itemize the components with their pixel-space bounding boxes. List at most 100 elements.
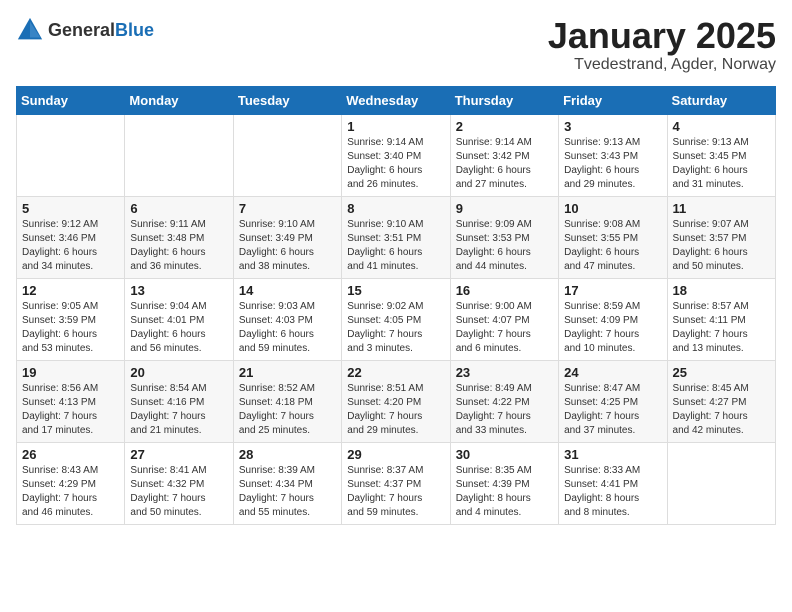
day-number: 14 <box>239 283 336 298</box>
day-cell-6: 6Sunrise: 9:11 AM Sunset: 3:48 PM Daylig… <box>125 196 233 278</box>
header-cell-friday: Friday <box>559 86 667 114</box>
day-cell-24: 24 Sunrise: 8:47 AM Sunset: 4:25 PM Dayli… <box>559 360 667 442</box>
location-title: Tvedestrand, Agder, Norway <box>548 56 776 74</box>
day-number: 11 <box>673 201 770 216</box>
day-info: Sunrise: 8:54 AM Sunset: 4:16 PM Dayligh… <box>130 382 227 438</box>
day-info: Sunrise: 8:41 AM Sunset: 4:32 PM Dayligh… <box>130 464 227 520</box>
day-cell-5: 5Sunrise: 9:12 AM Sunset: 3:46 PM Daylig… <box>17 196 125 278</box>
day-info: Sunrise: 9:13 AM Sunset: 3:43 PM Dayligh… <box>564 136 661 192</box>
day-number: 4 <box>673 119 770 134</box>
week-row-2: 12Sunrise: 9:05 AM Sunset: 3:59 PM Dayli… <box>17 278 776 360</box>
day-number: 23 <box>456 365 553 380</box>
day-cell-12: 12Sunrise: 9:05 AM Sunset: 3:59 PM Dayli… <box>17 278 125 360</box>
day-info: Sunrise: 8:47 AM Sunset: 4:25 PM Dayligh… <box>564 382 661 438</box>
day-number: 20 <box>130 365 227 380</box>
title-block: January 2025 Tvedestrand, Agder, Norway <box>548 16 776 74</box>
day-number: 22 <box>347 365 444 380</box>
calendar-header: SundayMondayTuesdayWednesdayThursdayFrid… <box>17 86 776 114</box>
day-cell-15: 15 Sunrise: 9:02 AM Sunset: 4:05 PM Dayli… <box>342 278 450 360</box>
day-number: 6 <box>130 201 227 216</box>
day-cell-10: 10 Sunrise: 9:08 AM Sunset: 3:55 PM Dayli… <box>559 196 667 278</box>
day-cell-28: 28Sunrise: 8:39 AM Sunset: 4:34 PM Dayli… <box>233 442 341 524</box>
day-number: 2 <box>456 119 553 134</box>
day-cell-22: 22 Sunrise: 8:51 AM Sunset: 4:20 PM Dayli… <box>342 360 450 442</box>
empty-cell <box>17 114 125 196</box>
day-info: Sunrise: 8:39 AM Sunset: 4:34 PM Dayligh… <box>239 464 336 520</box>
empty-cell <box>667 442 775 524</box>
day-info: Sunrise: 9:05 AM Sunset: 3:59 PM Dayligh… <box>22 300 119 356</box>
day-cell-27: 27 Sunrise: 8:41 AM Sunset: 4:32 PM Dayli… <box>125 442 233 524</box>
day-info: Sunrise: 9:09 AM Sunset: 3:53 PM Dayligh… <box>456 218 553 274</box>
day-number: 7 <box>239 201 336 216</box>
day-number: 25 <box>673 365 770 380</box>
day-number: 19 <box>22 365 119 380</box>
day-info: Sunrise: 8:56 AM Sunset: 4:13 PM Dayligh… <box>22 382 119 438</box>
header-cell-monday: Monday <box>125 86 233 114</box>
day-cell-14: 14 Sunrise: 9:03 AM Sunset: 4:03 PM Dayli… <box>233 278 341 360</box>
day-cell-26: 26 Sunrise: 8:43 AM Sunset: 4:29 PM Dayli… <box>17 442 125 524</box>
header-cell-thursday: Thursday <box>450 86 558 114</box>
day-number: 27 <box>130 447 227 462</box>
empty-cell <box>125 114 233 196</box>
day-info: Sunrise: 9:03 AM Sunset: 4:03 PM Dayligh… <box>239 300 336 356</box>
day-number: 30 <box>456 447 553 462</box>
day-info: Sunrise: 8:52 AM Sunset: 4:18 PM Dayligh… <box>239 382 336 438</box>
day-cell-31: 31 Sunrise: 8:33 AM Sunset: 4:41 PM Dayli… <box>559 442 667 524</box>
day-cell-9: 9Sunrise: 9:09 AM Sunset: 3:53 PM Daylig… <box>450 196 558 278</box>
day-info: Sunrise: 8:57 AM Sunset: 4:11 PM Dayligh… <box>673 300 770 356</box>
day-info: Sunrise: 8:59 AM Sunset: 4:09 PM Dayligh… <box>564 300 661 356</box>
day-number: 24 <box>564 365 661 380</box>
logo: GeneralBlue <box>16 16 154 44</box>
header-cell-saturday: Saturday <box>667 86 775 114</box>
day-info: Sunrise: 9:10 AM Sunset: 3:51 PM Dayligh… <box>347 218 444 274</box>
day-info: Sunrise: 9:14 AM Sunset: 3:42 PM Dayligh… <box>456 136 553 192</box>
day-number: 13 <box>130 283 227 298</box>
calendar-table: SundayMondayTuesdayWednesdayThursdayFrid… <box>16 86 776 525</box>
day-number: 1 <box>347 119 444 134</box>
day-cell-30: 30 Sunrise: 8:35 AM Sunset: 4:39 PM Dayli… <box>450 442 558 524</box>
calendar-body: 1 Sunrise: 9:14 AM Sunset: 3:40 PM Daylig… <box>17 114 776 524</box>
day-cell-21: 21Sunrise: 8:52 AM Sunset: 4:18 PM Dayli… <box>233 360 341 442</box>
day-cell-20: 20 Sunrise: 8:54 AM Sunset: 4:16 PM Dayli… <box>125 360 233 442</box>
day-info: Sunrise: 8:33 AM Sunset: 4:41 PM Dayligh… <box>564 464 661 520</box>
header-cell-tuesday: Tuesday <box>233 86 341 114</box>
day-number: 17 <box>564 283 661 298</box>
day-number: 31 <box>564 447 661 462</box>
header-row: SundayMondayTuesdayWednesdayThursdayFrid… <box>17 86 776 114</box>
day-info: Sunrise: 9:07 AM Sunset: 3:57 PM Dayligh… <box>673 218 770 274</box>
empty-cell <box>233 114 341 196</box>
day-cell-18: 18 Sunrise: 8:57 AM Sunset: 4:11 PM Dayli… <box>667 278 775 360</box>
day-info: Sunrise: 8:51 AM Sunset: 4:20 PM Dayligh… <box>347 382 444 438</box>
day-number: 10 <box>564 201 661 216</box>
week-row-4: 26 Sunrise: 8:43 AM Sunset: 4:29 PM Dayli… <box>17 442 776 524</box>
day-info: Sunrise: 9:14 AM Sunset: 3:40 PM Dayligh… <box>347 136 444 192</box>
day-cell-11: 11 Sunrise: 9:07 AM Sunset: 3:57 PM Dayli… <box>667 196 775 278</box>
day-info: Sunrise: 9:10 AM Sunset: 3:49 PM Dayligh… <box>239 218 336 274</box>
day-number: 29 <box>347 447 444 462</box>
week-row-0: 1 Sunrise: 9:14 AM Sunset: 3:40 PM Daylig… <box>17 114 776 196</box>
day-info: Sunrise: 8:35 AM Sunset: 4:39 PM Dayligh… <box>456 464 553 520</box>
day-info: Sunrise: 9:08 AM Sunset: 3:55 PM Dayligh… <box>564 218 661 274</box>
day-cell-8: 8 Sunrise: 9:10 AM Sunset: 3:51 PM Daylig… <box>342 196 450 278</box>
day-cell-13: 13 Sunrise: 9:04 AM Sunset: 4:01 PM Dayli… <box>125 278 233 360</box>
header-cell-sunday: Sunday <box>17 86 125 114</box>
day-number: 26 <box>22 447 119 462</box>
day-number: 8 <box>347 201 444 216</box>
day-info: Sunrise: 8:43 AM Sunset: 4:29 PM Dayligh… <box>22 464 119 520</box>
day-number: 18 <box>673 283 770 298</box>
day-info: Sunrise: 9:04 AM Sunset: 4:01 PM Dayligh… <box>130 300 227 356</box>
day-cell-7: 7 Sunrise: 9:10 AM Sunset: 3:49 PM Daylig… <box>233 196 341 278</box>
logo-icon <box>16 16 44 44</box>
week-row-1: 5Sunrise: 9:12 AM Sunset: 3:46 PM Daylig… <box>17 196 776 278</box>
day-info: Sunrise: 9:02 AM Sunset: 4:05 PM Dayligh… <box>347 300 444 356</box>
day-number: 15 <box>347 283 444 298</box>
day-cell-25: 25Sunrise: 8:45 AM Sunset: 4:27 PM Dayli… <box>667 360 775 442</box>
day-cell-19: 19 Sunrise: 8:56 AM Sunset: 4:13 PM Dayli… <box>17 360 125 442</box>
day-info: Sunrise: 9:12 AM Sunset: 3:46 PM Dayligh… <box>22 218 119 274</box>
day-number: 3 <box>564 119 661 134</box>
month-title: January 2025 <box>548 16 776 56</box>
day-info: Sunrise: 9:00 AM Sunset: 4:07 PM Dayligh… <box>456 300 553 356</box>
day-cell-16: 16Sunrise: 9:00 AM Sunset: 4:07 PM Dayli… <box>450 278 558 360</box>
day-cell-17: 17 Sunrise: 8:59 AM Sunset: 4:09 PM Dayli… <box>559 278 667 360</box>
day-info: Sunrise: 8:49 AM Sunset: 4:22 PM Dayligh… <box>456 382 553 438</box>
